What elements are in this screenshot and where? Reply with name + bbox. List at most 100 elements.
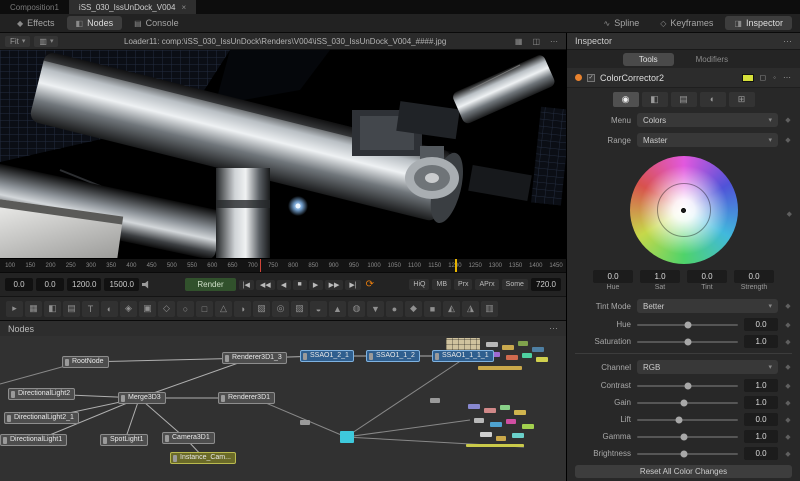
toolbar-tool-icon[interactable]: ■: [424, 301, 441, 317]
slider-track[interactable]: [637, 419, 738, 421]
graph-node[interactable]: SSAO1_1_1_1: [432, 350, 494, 362]
graph-node[interactable]: Merge3D3: [118, 392, 166, 404]
graph-node[interactable]: DirectionalLight2_1: [4, 412, 79, 424]
slider-handle[interactable]: [684, 338, 691, 345]
slider-value-field[interactable]: 1.0: [744, 335, 778, 348]
slider-handle[interactable]: [681, 399, 688, 406]
keyframes-button[interactable]: ◇ Keyframes: [651, 16, 722, 30]
transport-button[interactable]: ▶: [309, 280, 323, 290]
current-frame-field[interactable]: 720.0: [531, 278, 561, 291]
graph-node[interactable]: Renderer3D1: [218, 392, 275, 404]
render-range-marker[interactable]: [455, 259, 457, 273]
toolbar-tool-icon[interactable]: ▧: [253, 301, 270, 317]
mini-node[interactable]: [340, 431, 354, 443]
keyframe-icon[interactable]: ◆: [784, 433, 792, 441]
keyframe-icon[interactable]: ◆: [784, 302, 792, 310]
quality-button-aprx[interactable]: APrx: [475, 279, 498, 290]
toolbar-tool-icon[interactable]: ◇: [158, 301, 175, 317]
graph-node[interactable]: DirectionalLight2: [8, 388, 75, 400]
mini-node[interactable]: [496, 436, 506, 441]
keyframe-icon[interactable]: ◆: [787, 210, 792, 218]
range-end-field[interactable]: 1500.0: [104, 278, 138, 291]
slider-track[interactable]: [637, 385, 738, 387]
toolbar-tool-icon[interactable]: ◧: [44, 301, 61, 317]
transport-button[interactable]: ◀: [277, 280, 291, 290]
wheel-value-field[interactable]: 0.0: [687, 270, 727, 283]
slider-track[interactable]: [637, 453, 738, 455]
keyframe-icon[interactable]: ◆: [784, 450, 792, 458]
toolbar-tool-icon[interactable]: □: [196, 301, 213, 317]
color-wheel-cursor[interactable]: [681, 208, 686, 213]
wheel-value-field[interactable]: 1.0: [640, 270, 680, 283]
mini-node[interactable]: [490, 422, 502, 427]
toolbar-tool-icon[interactable]: ●: [386, 301, 403, 317]
graph-node[interactable]: Instance_Cam...: [170, 452, 236, 464]
node-color-dot[interactable]: [575, 74, 582, 81]
colorcorrector-subtab-icon[interactable]: ▤: [671, 92, 697, 107]
mini-node[interactable]: [502, 345, 514, 350]
slider-handle[interactable]: [681, 433, 688, 440]
mini-node[interactable]: [478, 366, 522, 370]
graph-node[interactable]: Camera3D1: [162, 432, 215, 444]
toolbar-tool-icon[interactable]: ◑: [234, 301, 251, 317]
slider-value-field[interactable]: 0.0: [744, 413, 778, 426]
mini-node[interactable]: [300, 420, 310, 425]
version-icon[interactable]: ◻: [759, 73, 768, 82]
loop-icon[interactable]: ⟳: [364, 279, 376, 290]
wheel-value-field[interactable]: 0.0: [734, 270, 774, 283]
slider-handle[interactable]: [684, 321, 691, 328]
close-icon[interactable]: ×: [181, 3, 186, 12]
toolbar-tool-icon[interactable]: ▼: [367, 301, 384, 317]
split-ab-icon[interactable]: ◫: [529, 37, 543, 46]
mini-node[interactable]: [514, 410, 526, 415]
slider-handle[interactable]: [676, 416, 683, 423]
mini-node[interactable]: [506, 419, 516, 424]
time-field[interactable]: 0.0: [5, 278, 33, 291]
timeline-ruler[interactable]: 1001502002503003504004505005506006507007…: [0, 258, 566, 272]
nodes-panel-menu-icon[interactable]: ⋯: [549, 323, 558, 334]
graph-node[interactable]: SpotLight1: [100, 434, 148, 446]
toolbar-tool-icon[interactable]: ◐: [101, 301, 118, 317]
toolbar-tool-icon[interactable]: ◎: [272, 301, 289, 317]
tab-active-composition[interactable]: iSS_030_IssUnDock_V004 ×: [69, 0, 196, 14]
reset-all-color-changes-button[interactable]: Reset All Color Changes: [575, 465, 792, 478]
quality-button-hiq[interactable]: HiQ: [409, 279, 429, 290]
toolbar-tool-icon[interactable]: ◒: [310, 301, 327, 317]
node-menu-icon[interactable]: ⋯: [782, 73, 792, 82]
node-enable-checkbox[interactable]: ✓: [587, 74, 595, 82]
graph-node[interactable]: SSAO1_2_1: [300, 350, 354, 362]
toolbar-tool-icon[interactable]: △: [215, 301, 232, 317]
render-button[interactable]: Render: [185, 278, 235, 291]
slider-value-field[interactable]: 1.0: [744, 396, 778, 409]
quality-button-some[interactable]: Some: [502, 279, 528, 290]
transport-button[interactable]: ■: [293, 280, 307, 290]
pin-icon[interactable]: ◦: [772, 73, 777, 82]
toolbar-tool-icon[interactable]: ▸: [6, 301, 23, 317]
mini-node[interactable]: [480, 432, 492, 437]
toolbar-tool-icon[interactable]: ▤: [63, 301, 80, 317]
mini-node[interactable]: [512, 433, 524, 438]
mini-node[interactable]: [430, 398, 440, 403]
fit-dropdown[interactable]: Fit ▾: [5, 36, 30, 47]
image-viewer[interactable]: [0, 50, 566, 258]
graph-node[interactable]: SSAO1_1_2: [366, 350, 420, 362]
toolbar-tool-icon[interactable]: ▦: [25, 301, 42, 317]
mini-node[interactable]: [486, 342, 498, 347]
toolbar-tool-icon[interactable]: ◮: [462, 301, 479, 317]
mini-node[interactable]: [484, 408, 496, 413]
graph-node[interactable]: Renderer3D1_3: [222, 352, 287, 364]
toolbar-tool-icon[interactable]: ◭: [443, 301, 460, 317]
channel-dropdown[interactable]: RGB ▾: [637, 360, 778, 374]
viewer-layout-icon[interactable]: ▦: [512, 37, 526, 46]
transport-button[interactable]: ▶|: [345, 280, 360, 290]
time-field[interactable]: 0.0: [36, 278, 64, 291]
node-canvas[interactable]: RootNodeRenderer3D1_3SSAO1_2_1SSAO1_1_2S…: [0, 336, 566, 481]
colorcorrector-subtab-icon[interactable]: ◐: [700, 92, 726, 107]
mini-node[interactable]: [468, 404, 480, 409]
toolbar-tool-icon[interactable]: ▨: [291, 301, 308, 317]
slider-handle[interactable]: [684, 382, 691, 389]
toolbar-tool-icon[interactable]: ◍: [348, 301, 365, 317]
tab-modifiers[interactable]: Modifiers: [680, 53, 744, 66]
keyframe-icon[interactable]: ◆: [784, 416, 792, 424]
audio-icon[interactable]: [142, 281, 152, 289]
